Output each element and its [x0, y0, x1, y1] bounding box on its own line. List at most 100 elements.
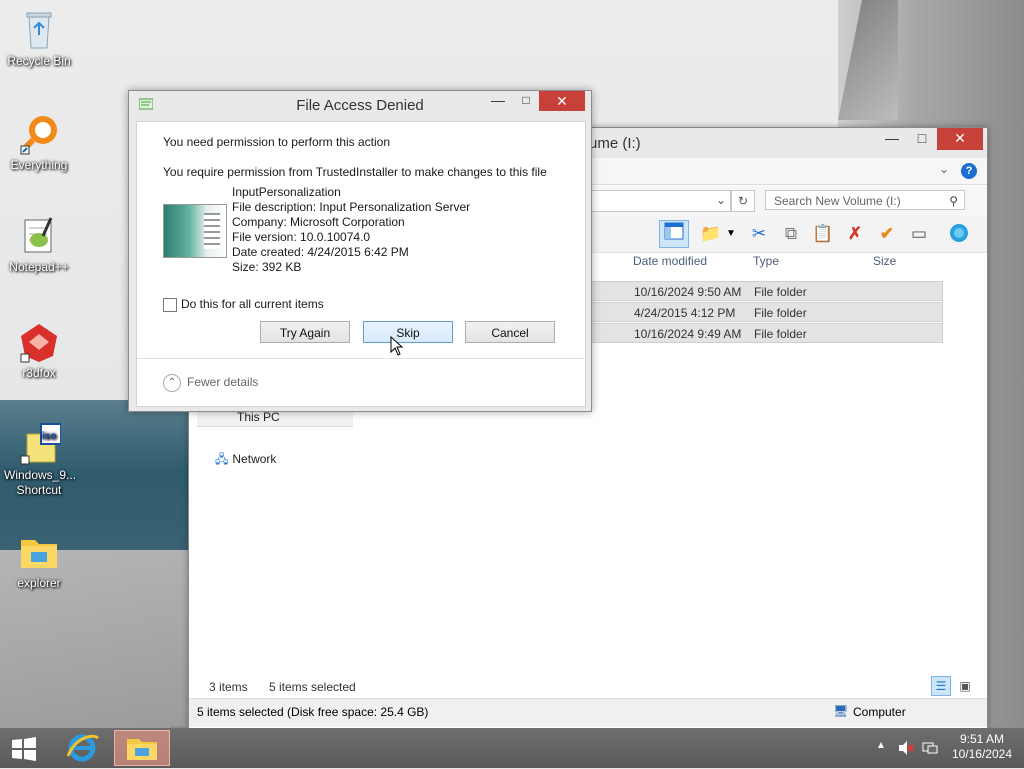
desktop-icon-label: r3dfox — [22, 366, 56, 380]
desktop-icon-recycle-bin[interactable]: Recycle Bin — [4, 8, 74, 69]
large-icons-view-icon[interactable]: ▣ — [955, 676, 975, 696]
paste-icon[interactable]: 📋 — [811, 222, 835, 246]
search-icon: ⚲ — [949, 194, 958, 208]
taskbar: ▲ 9:51 AM 10/16/2024 — [0, 728, 1024, 768]
dialog-body: You need permission to perform this acti… — [136, 121, 586, 407]
desktop-icon-label: explorer — [17, 576, 61, 590]
details-view-icon[interactable]: ☰ — [931, 676, 951, 696]
computer-icon: 🖥 — [833, 704, 849, 718]
desktop-icon-notepadpp[interactable]: Notepad++ — [4, 214, 74, 275]
explorer-title: ume (I:) — [589, 135, 641, 152]
r3dfox-icon — [17, 320, 61, 364]
search-input[interactable]: Search New Volume (I:) ⚲ — [765, 190, 965, 210]
clock[interactable]: 9:51 AM 10/16/2024 — [952, 732, 1012, 762]
table-row[interactable]: 10/16/2024 9:50 AM File folder — [589, 281, 943, 301]
clock-date: 10/16/2024 — [951, 747, 1012, 761]
row-date: 10/16/2024 9:50 AM — [634, 285, 742, 299]
column-header-type[interactable]: Type — [753, 254, 779, 268]
column-header-size[interactable]: Size — [873, 254, 896, 268]
volume-muted-icon[interactable] — [898, 740, 914, 759]
network-status-icon[interactable] — [922, 740, 938, 759]
taskbar-file-explorer[interactable] — [114, 730, 170, 766]
column-header-date[interactable]: Date modified — [633, 254, 707, 268]
row-type: File folder — [754, 285, 807, 299]
skip-button[interactable]: Skip — [363, 321, 453, 343]
desktop-icon-r3dfox[interactable]: r3dfox — [4, 320, 74, 381]
item-count: 3 items — [209, 680, 248, 694]
delete-icon[interactable]: ✗ — [843, 222, 867, 246]
selected-count: 5 items selected — [269, 680, 356, 694]
table-row[interactable]: 10/16/2024 9:49 AM File folder — [589, 323, 943, 343]
desktop-icon-label: Recycle Bin — [7, 54, 71, 68]
search-placeholder: Search New Volume (I:) — [774, 194, 901, 208]
desktop-icon-everything[interactable]: Everything — [4, 112, 74, 173]
try-again-button[interactable]: Try Again — [260, 321, 350, 343]
minimize-button[interactable]: — — [485, 91, 511, 111]
this-pc-label: This PC — [237, 410, 280, 424]
dialog-message-2: You require permission from TrustedInsta… — [163, 165, 547, 179]
chevron-up-icon: ⌃ — [163, 374, 181, 392]
desktop-icon-windows-iso[interactable]: iso Windows_9... Shortcut — [4, 422, 77, 498]
file-company: Company: Microsoft Corporation — [232, 215, 405, 229]
tray-overflow-icon[interactable]: ▲ — [876, 740, 886, 751]
file-description: File description: Input Personalization … — [232, 200, 471, 214]
apply-to-all-label[interactable]: Do this for all current items — [181, 297, 324, 311]
copy-icon[interactable]: ⧉ — [779, 222, 803, 246]
file-access-denied-dialog[interactable]: File Access Denied — □ ✕ You need permis… — [128, 90, 592, 412]
chevron-down-icon[interactable]: ⌄ — [716, 193, 726, 207]
folder-icon — [17, 530, 61, 574]
chevron-down-icon[interactable]: ▼ — [725, 222, 737, 246]
folder-icon — [127, 739, 157, 760]
details-pane-icon[interactable] — [659, 220, 689, 248]
file-version: File version: 10.0.10074.0 — [232, 230, 371, 244]
cut-icon[interactable]: ✂ — [747, 222, 771, 246]
recycle-bin-icon — [17, 8, 61, 52]
row-date: 4/24/2015 4:12 PM — [634, 306, 736, 320]
maximize-button[interactable]: □ — [513, 91, 539, 111]
apply-to-all-checkbox[interactable] — [163, 298, 177, 312]
item-status: 3 items 5 items selected ☰ ▣ — [189, 676, 987, 698]
dialog-message-1: You need permission to perform this acti… — [163, 135, 391, 149]
file-date-created: Date created: 4/24/2015 6:42 PM — [232, 245, 409, 259]
help-icon[interactable]: ? — [961, 163, 977, 179]
file-thumbnail-icon — [163, 204, 227, 258]
check-icon[interactable]: ✔ — [875, 222, 899, 246]
mouse-cursor-icon — [390, 336, 404, 356]
status-bar-text: 5 items selected (Disk free space: 25.4 … — [197, 705, 429, 719]
row-type: File folder — [754, 327, 807, 341]
file-name: InputPersonalization — [232, 185, 341, 199]
nav-item-network[interactable]: 🖧 Network — [215, 450, 276, 471]
desktop-icon-label: Windows_9... — [4, 468, 77, 482]
dialog-titlebar[interactable]: File Access Denied — □ ✕ — [129, 91, 591, 119]
fewer-details-toggle[interactable]: ⌃ Fewer details — [163, 374, 258, 392]
desktop-icon-label-line2: Shortcut — [16, 483, 62, 497]
start-button[interactable] — [10, 737, 38, 761]
rename-icon[interactable]: ▭ — [907, 222, 931, 246]
file-size: Size: 392 KB — [232, 260, 302, 274]
notepadpp-icon — [17, 214, 61, 258]
internet-explorer-icon — [66, 734, 100, 762]
chevron-down-icon[interactable]: ⌄ — [939, 162, 949, 176]
refresh-button[interactable]: ↻ — [731, 190, 755, 212]
network-icon: 🖧 — [215, 452, 229, 466]
taskbar-internet-explorer[interactable] — [54, 730, 110, 766]
desktop-icon-explorer[interactable]: explorer — [4, 530, 74, 591]
table-row[interactable]: 4/24/2015 4:12 PM File folder — [589, 302, 943, 322]
clock-time: 9:51 AM — [959, 732, 1004, 746]
address-bar[interactable]: ⌄ — [589, 190, 731, 212]
status-bar: 5 items selected (Disk free space: 25.4 … — [189, 698, 987, 727]
cancel-button[interactable]: Cancel — [465, 321, 555, 343]
close-button[interactable]: ✕ — [937, 128, 983, 150]
everything-icon — [17, 112, 61, 156]
network-label: Network — [232, 452, 277, 466]
desktop-icon-label: Notepad++ — [9, 260, 69, 274]
divider — [137, 358, 585, 359]
minimize-button[interactable]: — — [877, 128, 907, 150]
properties-icon[interactable] — [947, 222, 971, 246]
svg-text:iso: iso — [42, 431, 56, 442]
maximize-button[interactable]: □ — [907, 128, 937, 150]
row-type: File folder — [754, 306, 807, 320]
desktop-icon-label: Everything — [10, 158, 68, 172]
folder-options-icon[interactable]: 📁 — [699, 222, 723, 246]
close-button[interactable]: ✕ — [539, 91, 585, 111]
